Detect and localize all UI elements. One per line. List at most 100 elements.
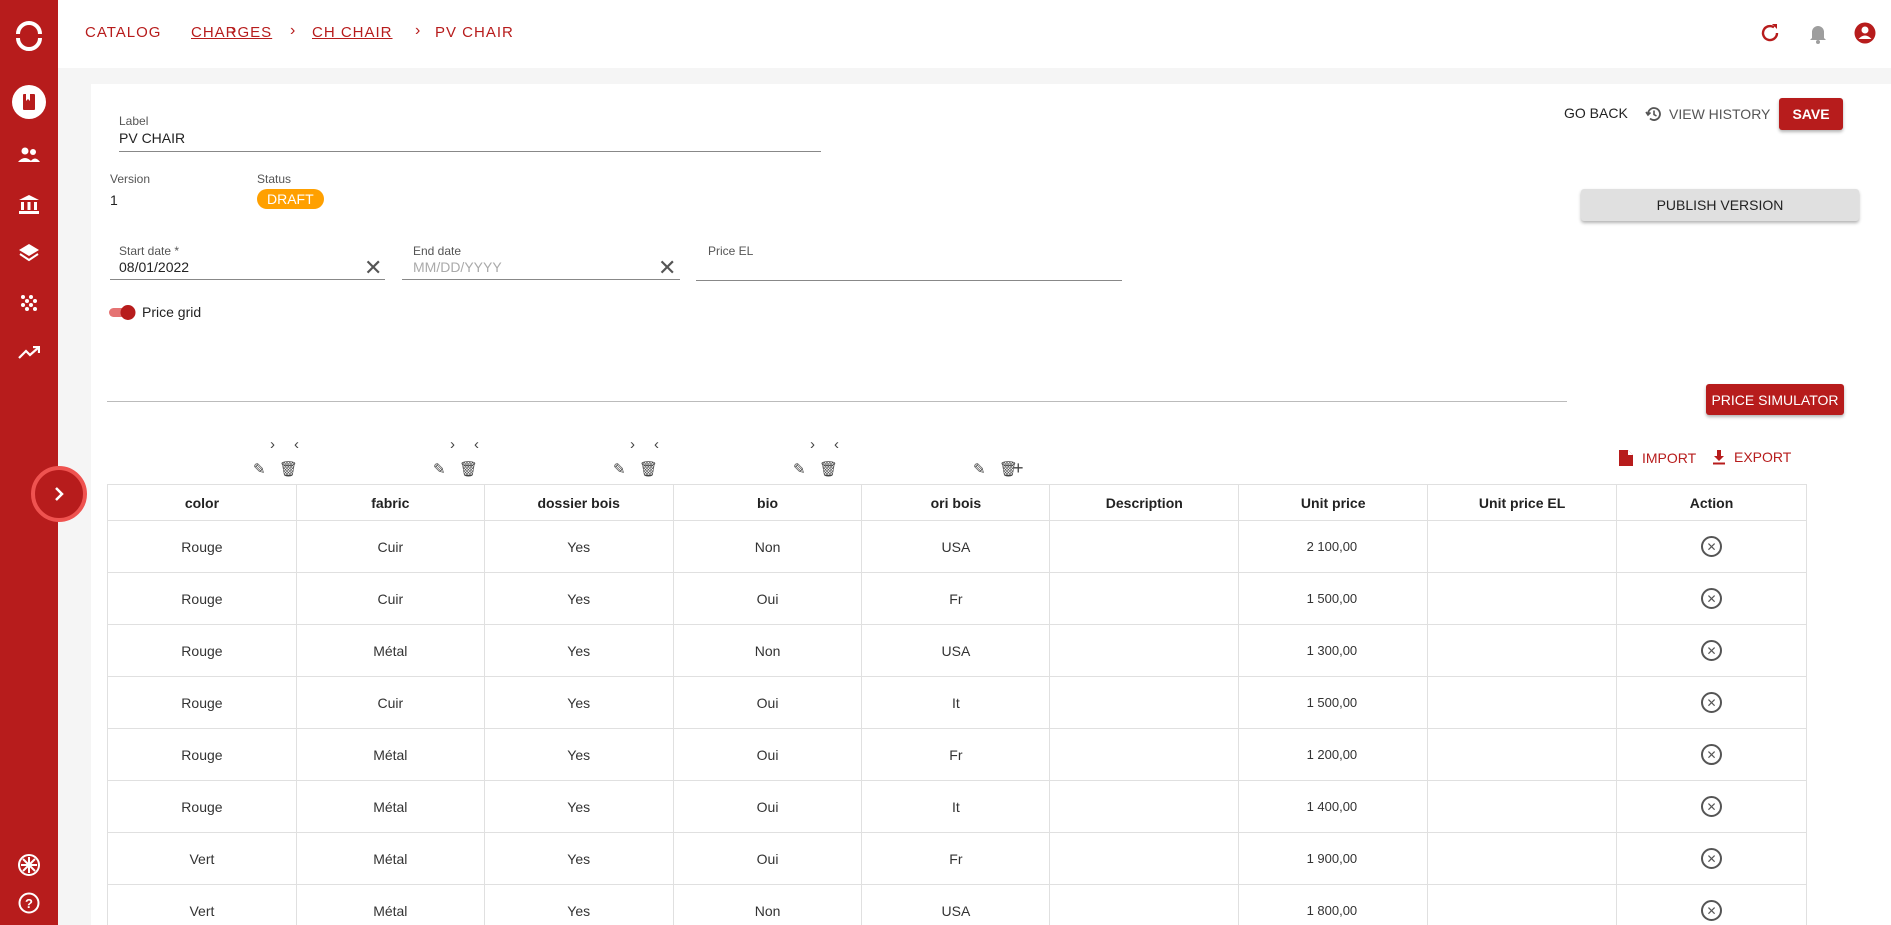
breadcrumb-charges[interactable]: CHARGES — [191, 24, 272, 41]
cell-ori-bois[interactable]: USA — [861, 624, 1051, 677]
cell-dossier-bois[interactable]: Yes — [483, 520, 674, 573]
cell-fabric[interactable]: Métal — [295, 624, 485, 677]
delete-column-icon[interactable]: 🗑 — [459, 460, 478, 478]
cell-color[interactable]: Rouge — [107, 624, 297, 677]
go-back-button[interactable]: GO BACK — [1564, 105, 1628, 121]
cell-unit-price[interactable]: 1 200,00 — [1238, 728, 1429, 781]
app-logo-icon[interactable] — [0, 16, 58, 56]
cell-unit-price[interactable]: 1 500,00 — [1238, 676, 1429, 729]
delete-column-icon[interactable]: 🗑 — [819, 460, 838, 478]
start-date-input[interactable]: 08/01/2022 — [119, 259, 189, 275]
cell-unit-price[interactable]: 1 300,00 — [1238, 624, 1429, 677]
remove-row-icon[interactable]: ✕ — [1701, 536, 1723, 557]
cell-description[interactable] — [1049, 520, 1240, 573]
cell-dossier-bois[interactable]: Yes — [483, 572, 674, 625]
cell-unit-price-el[interactable] — [1427, 832, 1618, 885]
cell-dossier-bois[interactable]: Yes — [483, 624, 674, 677]
cell-description[interactable] — [1049, 624, 1240, 677]
edit-column-icon[interactable]: ✎ — [973, 460, 986, 478]
cell-description[interactable] — [1049, 572, 1240, 625]
cell-ori-bois[interactable]: It — [861, 676, 1051, 729]
remove-row-icon[interactable]: ✕ — [1701, 848, 1723, 869]
cell-color[interactable]: Rouge — [107, 728, 297, 781]
cell-bio[interactable]: Non — [672, 884, 863, 925]
move-right-icon[interactable]: › — [270, 436, 275, 453]
cell-ori-bois[interactable]: USA — [861, 884, 1051, 925]
cell-fabric[interactable]: Métal — [295, 728, 485, 781]
view-history-button[interactable]: VIEW HISTORY — [1645, 105, 1770, 123]
cell-ori-bois[interactable]: Fr — [861, 728, 1051, 781]
cell-bio[interactable]: Oui — [672, 780, 863, 833]
cell-fabric[interactable]: Métal — [295, 832, 485, 885]
delete-column-icon[interactable]: 🗑 — [639, 460, 658, 478]
cell-ori-bois[interactable]: Fr — [861, 572, 1051, 625]
breadcrumb-catalog[interactable]: CATALOG — [85, 24, 161, 41]
cell-unit-price-el[interactable] — [1427, 884, 1618, 925]
remove-row-icon[interactable]: ✕ — [1701, 796, 1723, 817]
cell-bio[interactable]: Non — [672, 624, 863, 677]
export-button[interactable]: EXPORT — [1712, 449, 1791, 465]
edit-column-icon[interactable]: ✎ — [793, 460, 806, 478]
cell-dossier-bois[interactable]: Yes — [483, 884, 674, 925]
breadcrumb-ch-chair[interactable]: CH CHAIR — [312, 24, 393, 41]
cell-bio[interactable]: Oui — [672, 676, 863, 729]
notifications-bell-icon[interactable] — [1806, 21, 1830, 45]
add-column-icon[interactable]: + — [1013, 458, 1024, 479]
cell-fabric[interactable]: Cuir — [295, 520, 485, 573]
cell-unit-price[interactable]: 1 400,00 — [1238, 780, 1429, 833]
cell-unit-price-el[interactable] — [1427, 572, 1618, 625]
column-header[interactable]: dossier bois — [483, 484, 674, 521]
column-header[interactable]: color — [107, 484, 297, 521]
cell-unit-price-el[interactable] — [1427, 624, 1618, 677]
clear-end-date-icon[interactable]: ✕ — [658, 255, 676, 281]
cell-unit-price-el[interactable] — [1427, 676, 1618, 729]
cell-ori-bois[interactable]: It — [861, 780, 1051, 833]
move-right-icon[interactable]: › — [630, 436, 635, 453]
cell-fabric[interactable]: Cuir — [295, 572, 485, 625]
cell-color[interactable]: Rouge — [107, 520, 297, 573]
cell-ori-bois[interactable]: USA — [861, 520, 1051, 573]
cell-description[interactable] — [1049, 676, 1240, 729]
move-left-icon[interactable]: ‹ — [294, 436, 299, 453]
move-left-icon[interactable]: ‹ — [834, 436, 839, 453]
cell-color[interactable]: Rouge — [107, 676, 297, 729]
sidebar-expand-button[interactable] — [31, 466, 87, 522]
language-flag-icon[interactable] — [0, 853, 58, 877]
move-right-icon[interactable]: › — [450, 436, 455, 453]
remove-row-icon[interactable]: ✕ — [1701, 588, 1723, 609]
cell-fabric[interactable]: Métal — [295, 780, 485, 833]
cell-unit-price[interactable]: 1 800,00 — [1238, 884, 1429, 925]
remove-row-icon[interactable]: ✕ — [1701, 640, 1723, 661]
cell-bio[interactable]: Oui — [672, 832, 863, 885]
end-date-input[interactable]: MM/DD/YYYY — [413, 259, 502, 275]
cell-dossier-bois[interactable]: Yes — [483, 780, 674, 833]
cell-bio[interactable]: Oui — [672, 728, 863, 781]
edit-column-icon[interactable]: ✎ — [433, 460, 446, 478]
cell-description[interactable] — [1049, 884, 1240, 925]
cell-bio[interactable]: Non — [672, 520, 863, 573]
cell-unit-price-el[interactable] — [1427, 728, 1618, 781]
cell-unit-price-el[interactable] — [1427, 520, 1618, 573]
clear-start-date-icon[interactable]: ✕ — [364, 255, 382, 281]
publish-version-button[interactable]: PUBLISH VERSION — [1581, 189, 1859, 221]
cell-fabric[interactable]: Métal — [295, 884, 485, 925]
delete-column-icon[interactable]: 🗑 — [279, 460, 298, 478]
cell-description[interactable] — [1049, 728, 1240, 781]
account-circle-icon[interactable] — [1853, 21, 1877, 45]
label-field-input[interactable]: PV CHAIR — [119, 130, 185, 146]
cell-color[interactable]: Vert — [107, 832, 297, 885]
cell-dossier-bois[interactable]: Yes — [483, 676, 674, 729]
cell-color[interactable]: Rouge — [107, 780, 297, 833]
cell-description[interactable] — [1049, 780, 1240, 833]
cell-dossier-bois[interactable]: Yes — [483, 832, 674, 885]
move-right-icon[interactable]: › — [810, 436, 815, 453]
move-left-icon[interactable]: ‹ — [474, 436, 479, 453]
move-left-icon[interactable]: ‹ — [654, 436, 659, 453]
cell-color[interactable]: Rouge — [107, 572, 297, 625]
cell-ori-bois[interactable]: Fr — [861, 832, 1051, 885]
remove-row-icon[interactable]: ✕ — [1701, 900, 1723, 921]
bank-icon[interactable] — [0, 192, 58, 216]
save-button[interactable]: SAVE — [1779, 98, 1843, 130]
trending-up-icon[interactable] — [0, 341, 58, 365]
cell-color[interactable]: Vert — [107, 884, 297, 925]
